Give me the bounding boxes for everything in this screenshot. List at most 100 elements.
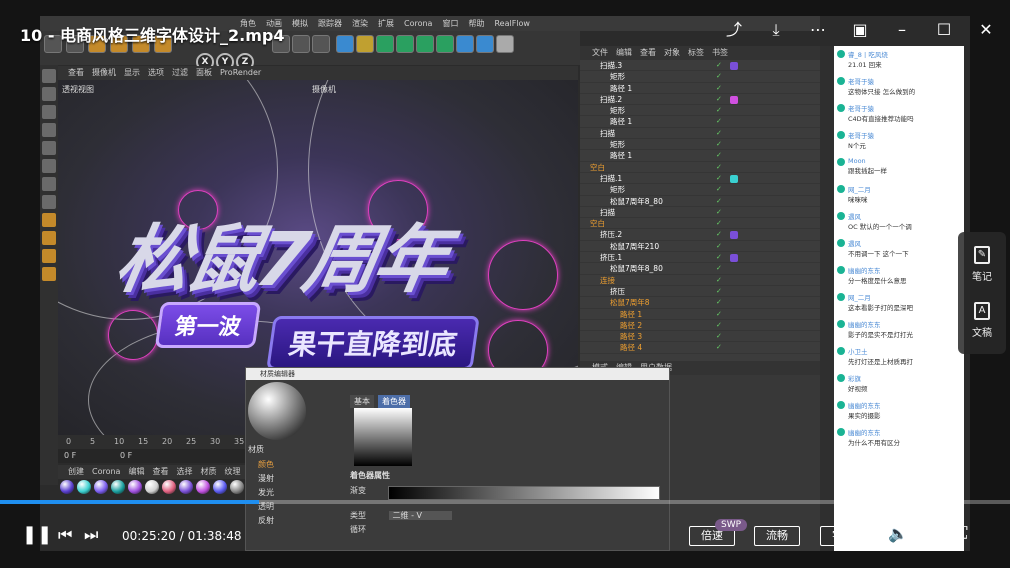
tab-shader[interactable]: 着色器 <box>378 395 410 408</box>
c4d-menu-item[interactable]: 窗口 <box>442 16 458 31</box>
object-row[interactable]: 路径 4 ✓ <box>580 342 820 354</box>
object-row[interactable]: 连接 ✓ <box>580 275 820 286</box>
material-ball[interactable] <box>179 480 193 494</box>
object-row[interactable]: 松鼠7周年8_80 ✓ <box>580 263 820 275</box>
object-row[interactable]: 矩形 ✓ <box>580 139 820 151</box>
download-icon[interactable]: ⤓ <box>766 20 786 40</box>
material-menu-item[interactable]: 编辑 <box>128 465 144 479</box>
c4d-menu-item[interactable]: 跟踪器 <box>318 16 342 31</box>
visibility-check-icon[interactable]: ✓ <box>716 275 722 286</box>
material-channel-item[interactable]: 颜色 <box>246 458 346 472</box>
pip-icon[interactable]: ▣ <box>850 20 870 40</box>
visibility-check-icon[interactable]: ✓ <box>716 150 722 161</box>
pause-icon[interactable]: ❚❚ <box>22 524 52 545</box>
material-ball[interactable] <box>196 480 210 494</box>
visibility-check-icon[interactable]: ✓ <box>716 128 722 139</box>
c4d-menu-item[interactable]: 帮助 <box>468 16 484 31</box>
object-row[interactable]: 扫描.3 ✓ <box>580 60 820 72</box>
object-row[interactable]: 松鼠7周年8 ✓ <box>580 297 820 309</box>
visibility-check-icon[interactable]: ✓ <box>716 162 722 173</box>
material-ball[interactable] <box>145 480 159 494</box>
visibility-check-icon[interactable]: ✓ <box>716 83 722 94</box>
material-tag-icon[interactable] <box>730 95 738 104</box>
viewport-menu-item[interactable]: 查看 <box>68 66 84 80</box>
fullscreen-icon[interactable]: ⛶ <box>956 523 967 543</box>
visibility-check-icon[interactable]: ✓ <box>716 94 722 105</box>
visibility-check-icon[interactable]: ✓ <box>716 116 722 127</box>
progress-bar[interactable] <box>0 500 1010 504</box>
object-menu-item[interactable]: 编辑 <box>616 46 632 60</box>
share-icon[interactable]: ⤴ <box>724 20 744 40</box>
material-tag-icon[interactable] <box>730 254 738 263</box>
visibility-check-icon[interactable]: ✓ <box>716 342 722 353</box>
material-menu-item[interactable]: 创建 <box>68 465 84 479</box>
object-row[interactable]: 扫描.2 ✓ <box>580 94 820 106</box>
visibility-check-icon[interactable]: ✓ <box>716 71 722 82</box>
minimize-icon[interactable]: – <box>892 20 912 40</box>
viewport-menu-item[interactable]: 摄像机 <box>92 66 116 80</box>
material-ball[interactable] <box>230 480 244 494</box>
visibility-check-icon[interactable]: ✓ <box>716 196 722 207</box>
object-menu-item[interactable]: 对象 <box>664 46 680 60</box>
visibility-check-icon[interactable]: ✓ <box>716 320 722 331</box>
object-row[interactable]: 路径 2 ✓ <box>580 320 820 332</box>
object-row[interactable]: 路径 1 ✓ <box>580 150 820 162</box>
prev-icon[interactable]: ⏮ <box>58 525 72 545</box>
visibility-check-icon[interactable]: ✓ <box>716 263 722 274</box>
visibility-check-icon[interactable]: ✓ <box>716 60 722 71</box>
object-row[interactable]: 空白 ✓ <box>580 218 820 230</box>
material-channel-item[interactable]: 漫射 <box>246 472 346 486</box>
more-icon[interactable]: ⋯ <box>808 20 828 40</box>
close-icon[interactable]: ✕ <box>976 20 996 40</box>
object-row[interactable]: 矩形 ✓ <box>580 71 820 83</box>
visibility-check-icon[interactable]: ✓ <box>716 286 722 297</box>
video-frame[interactable]: 角色 动画 模拟 跟踪器 渲染 扩展 Corona 窗口 帮助 RealFlow X Y Z 查看… <box>40 16 970 551</box>
visibility-check-icon[interactable]: ✓ <box>716 309 722 320</box>
c4d-menu-item[interactable]: 模拟 <box>292 16 308 31</box>
object-row[interactable]: 松鼠7周年210 ✓ <box>580 241 820 253</box>
material-ball[interactable] <box>94 480 108 494</box>
object-row[interactable]: 松鼠7周年8_80 ✓ <box>580 196 820 207</box>
object-menu-item[interactable]: 文件 <box>592 46 608 60</box>
playlist-icon[interactable]: ☰ <box>922 524 936 543</box>
visibility-check-icon[interactable]: ✓ <box>716 252 722 263</box>
object-row[interactable]: 扫描 ✓ <box>580 128 820 140</box>
material-ball[interactable] <box>128 480 142 494</box>
material-menu-item[interactable]: 纹理 <box>224 465 240 479</box>
c4d-menu-item[interactable]: Corona <box>404 16 432 31</box>
material-menu-item[interactable]: 查看 <box>152 465 168 479</box>
subtitle-button[interactable]: 字幕 <box>820 526 866 546</box>
viewport-menu-item[interactable]: 选项 <box>148 66 164 80</box>
visibility-check-icon[interactable]: ✓ <box>716 218 722 229</box>
gradient-bar[interactable] <box>388 486 660 500</box>
next-icon[interactable]: ⏭ <box>84 525 98 545</box>
c4d-menu-item[interactable]: 渲染 <box>352 16 368 31</box>
visibility-check-icon[interactable]: ✓ <box>716 331 722 342</box>
material-ball[interactable] <box>111 480 125 494</box>
material-menu-item[interactable]: 材质 <box>200 465 216 479</box>
object-row[interactable]: 矩形 ✓ <box>580 105 820 117</box>
material-ball[interactable] <box>60 480 74 494</box>
object-menu-item[interactable]: 书签 <box>712 46 728 60</box>
object-row[interactable]: 挤压 ✓ <box>580 286 820 298</box>
material-ball[interactable] <box>213 480 227 494</box>
object-row[interactable]: 矩形 ✓ <box>580 184 820 196</box>
viewport-menu-item[interactable]: ProRender <box>220 66 261 80</box>
object-row[interactable]: 扫描 ✓ <box>580 207 820 219</box>
notes-button[interactable]: ✎ 笔记 <box>958 238 1006 288</box>
quality-button[interactable]: 流畅 <box>754 526 800 546</box>
visibility-check-icon[interactable]: ✓ <box>716 139 722 150</box>
visibility-check-icon[interactable]: ✓ <box>716 207 722 218</box>
visibility-check-icon[interactable]: ✓ <box>716 173 722 184</box>
c4d-menu-item[interactable]: RealFlow <box>494 16 530 31</box>
material-menu-item[interactable]: Corona <box>92 465 120 479</box>
transcript-button[interactable]: A 文稿 <box>958 294 1006 344</box>
object-row[interactable]: 挤压.2 ✓ <box>580 229 820 241</box>
tab-basic[interactable]: 基本 <box>350 395 374 408</box>
object-row[interactable]: 扫描.1 ✓ <box>580 173 820 185</box>
visibility-check-icon[interactable]: ✓ <box>716 229 722 240</box>
object-row[interactable]: 路径 1 ✓ <box>580 83 820 94</box>
visibility-check-icon[interactable]: ✓ <box>716 241 722 252</box>
object-row[interactable]: 路径 1 ✓ <box>580 309 820 320</box>
visibility-check-icon[interactable]: ✓ <box>716 184 722 195</box>
